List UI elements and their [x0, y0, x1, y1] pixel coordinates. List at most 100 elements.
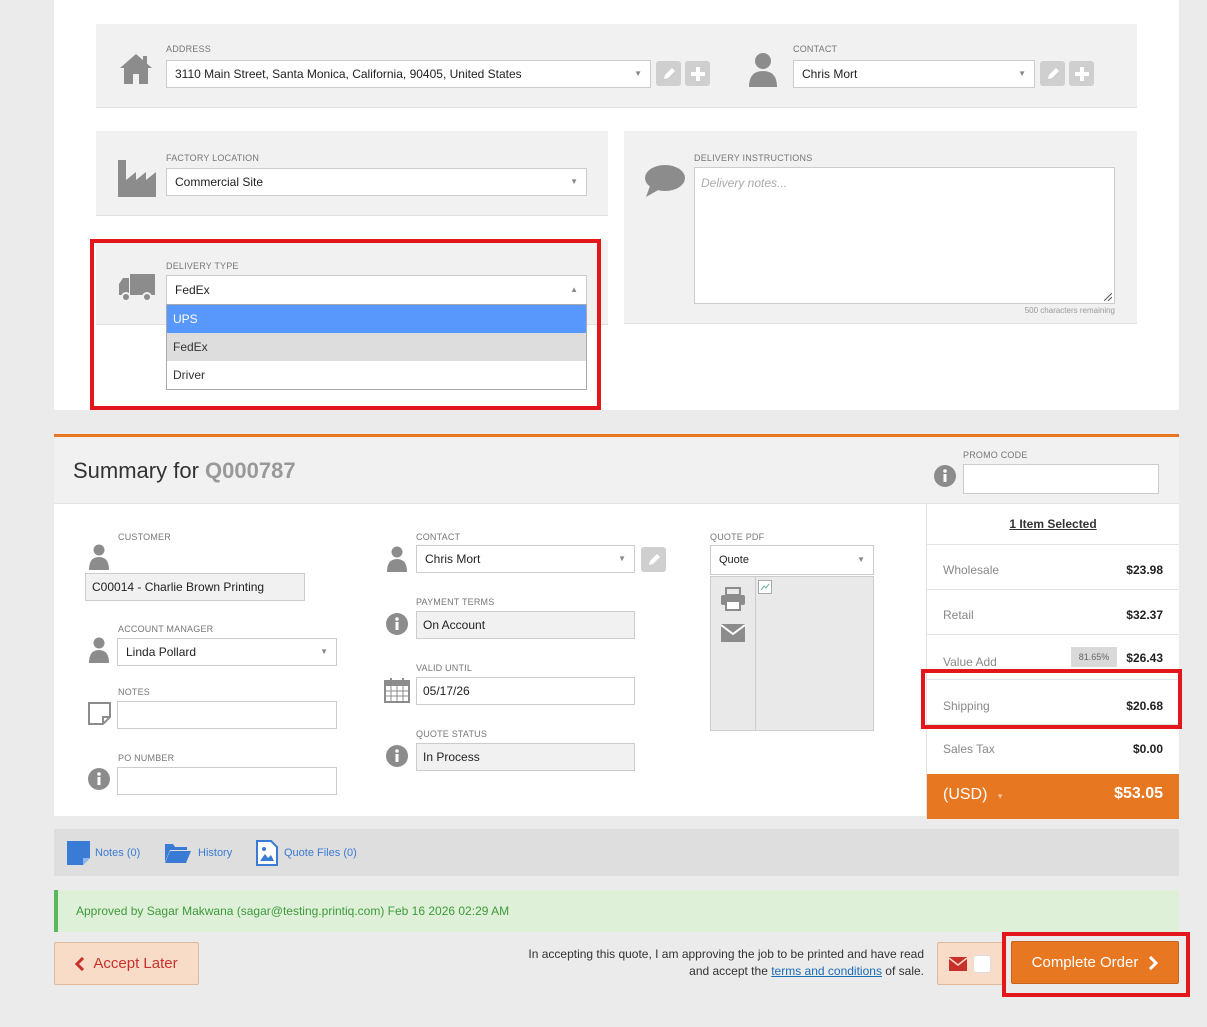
- items-selected-link[interactable]: 1 Item Selected: [927, 504, 1179, 544]
- address-card: ADDRESS 3110 Main Street, Santa Monica, …: [96, 24, 1137, 108]
- info-icon: [386, 613, 408, 635]
- instructions-placeholder: Delivery notes...: [701, 176, 788, 190]
- instructions-card: DELIVERY INSTRUCTIONS Delivery notes... …: [624, 131, 1137, 324]
- address-label: ADDRESS: [166, 44, 211, 54]
- person-icon: [89, 637, 109, 663]
- payment-terms-field: On Account: [416, 611, 635, 639]
- edit-contact-button[interactable]: [1040, 61, 1065, 86]
- pricing-column: 1 Item Selected Wholesale $23.98 Retail …: [926, 504, 1179, 819]
- chars-remaining: 500 characters remaining: [1024, 306, 1115, 315]
- price-row-retail: Retail $32.37: [927, 589, 1179, 634]
- currency-select[interactable]: (USD) ▾: [943, 786, 1002, 804]
- envelope-icon: [949, 957, 967, 971]
- accept-later-button[interactable]: Accept Later: [54, 942, 199, 985]
- instructions-textarea[interactable]: Delivery notes...: [694, 167, 1115, 304]
- valid-until-input[interactable]: 05/17/26: [416, 677, 635, 705]
- chevron-down-icon: ▼: [634, 69, 642, 78]
- total-bar: (USD) ▾ $53.05: [927, 774, 1179, 819]
- customer-field: C00014 - Charlie Brown Printing: [85, 573, 305, 601]
- accept-later-label: Accept Later: [93, 955, 178, 972]
- tab-notes-label: Notes: [95, 846, 124, 859]
- contact-select[interactable]: Chris Mort ▼: [793, 60, 1035, 88]
- edit-address-button[interactable]: [656, 61, 681, 86]
- summary-contact-label: CONTACT: [416, 532, 461, 542]
- promo-label: PROMO CODE: [963, 450, 1028, 460]
- pencil-icon: [663, 67, 675, 79]
- factory-icon: [118, 160, 156, 197]
- account-manager-value: Linda Pollard: [126, 645, 197, 659]
- quote-status-field: In Process: [416, 743, 635, 771]
- price-row-wholesale: Wholesale $23.98: [927, 544, 1179, 589]
- envelope-icon[interactable]: [720, 623, 746, 643]
- chevron-down-icon: ▼: [570, 177, 578, 186]
- factory-card: FACTORY LOCATION Commercial Site ▼: [96, 131, 608, 216]
- po-label: PO NUMBER: [118, 753, 175, 763]
- notes-icon: [67, 840, 90, 865]
- chevron-down-icon: ▼: [618, 554, 626, 563]
- tab-history[interactable]: History: [164, 829, 232, 876]
- wholesale-value: $23.98: [1126, 563, 1163, 577]
- highlight-shipping: [921, 669, 1182, 729]
- tab-history-label: History: [198, 846, 233, 859]
- resize-handle-icon[interactable]: [1104, 293, 1112, 301]
- print-icon[interactable]: [720, 587, 746, 611]
- summary-title-prefix: Summary for: [73, 458, 199, 483]
- terms-link[interactable]: terms and conditions: [771, 964, 882, 978]
- calendar-icon[interactable]: [384, 677, 410, 703]
- highlight-complete-order: [1002, 932, 1190, 997]
- tab-quote-files[interactable]: Quote Files (0): [256, 829, 357, 876]
- info-icon: [88, 768, 110, 790]
- value-add-value: $26.43: [1126, 651, 1163, 665]
- tab-files-label: Quote Files: [284, 846, 341, 859]
- payment-terms-label: PAYMENT TERMS: [416, 597, 495, 607]
- quote-pdf-select[interactable]: Quote ▼: [710, 545, 874, 575]
- notes-label: NOTES: [118, 687, 151, 697]
- add-contact-button[interactable]: [1069, 61, 1094, 86]
- currency-value: (USD): [943, 786, 988, 803]
- highlight-delivery-type: [90, 239, 601, 410]
- po-input[interactable]: [117, 767, 337, 795]
- instructions-label: DELIVERY INSTRUCTIONS: [694, 153, 813, 163]
- person-icon: [89, 544, 109, 570]
- summary-panel: Summary for Q000787 PROMO CODE CUSTOMER …: [54, 434, 1179, 819]
- factory-select[interactable]: Commercial Site ▼: [166, 168, 587, 196]
- approval-banner: Approved by Sagar Makwana (sagar@testing…: [54, 890, 1179, 932]
- quote-pdf-value: Quote: [719, 554, 749, 566]
- sticky-note-icon: [88, 702, 111, 725]
- contact-value: Chris Mort: [802, 67, 858, 81]
- account-manager-select[interactable]: Linda Pollard ▼: [117, 638, 337, 666]
- broken-image-icon: [758, 580, 772, 594]
- home-icon: [120, 54, 152, 84]
- plus-icon: [1074, 66, 1089, 81]
- tabs-bar: Notes (0) History Quote Files (0): [54, 829, 1179, 876]
- chevron-left-icon: [75, 956, 85, 971]
- total-value: $53.05: [1114, 785, 1163, 802]
- edit-summary-contact-button[interactable]: [641, 547, 666, 572]
- sales-tax-value: $0.00: [1132, 742, 1163, 756]
- terms-post: of sale.: [885, 964, 924, 978]
- preview-divider: [755, 577, 756, 730]
- promo-input[interactable]: [963, 464, 1159, 494]
- notes-input[interactable]: [117, 701, 337, 729]
- email-checkbox[interactable]: [973, 955, 991, 973]
- address-select[interactable]: 3110 Main Street, Santa Monica, Californ…: [166, 60, 651, 88]
- quote-pdf-preview: [710, 576, 874, 731]
- add-address-button[interactable]: [685, 61, 710, 86]
- summary-header: Summary for Q000787 PROMO CODE: [54, 437, 1179, 504]
- summary-contact-value: Chris Mort: [425, 552, 481, 566]
- summary-title: Summary for Q000787: [73, 458, 296, 484]
- email-toggle[interactable]: [937, 942, 1003, 985]
- info-icon: [386, 745, 408, 767]
- folder-open-icon: [165, 843, 191, 863]
- factory-value: Commercial Site: [175, 175, 264, 189]
- chevron-down-icon: ▼: [857, 555, 865, 564]
- person-icon: [749, 53, 777, 87]
- summary-contact-select[interactable]: Chris Mort ▼: [416, 545, 635, 573]
- customer-label: CUSTOMER: [118, 532, 171, 542]
- chevron-down-icon: ▾: [997, 791, 1003, 801]
- quote-pdf-label: QUOTE PDF: [710, 532, 765, 542]
- tab-notes[interactable]: Notes (0): [67, 829, 140, 876]
- tab-notes-count: (0): [126, 846, 141, 859]
- chevron-down-icon: ▼: [320, 647, 328, 656]
- address-value: 3110 Main Street, Santa Monica, Californ…: [175, 67, 522, 81]
